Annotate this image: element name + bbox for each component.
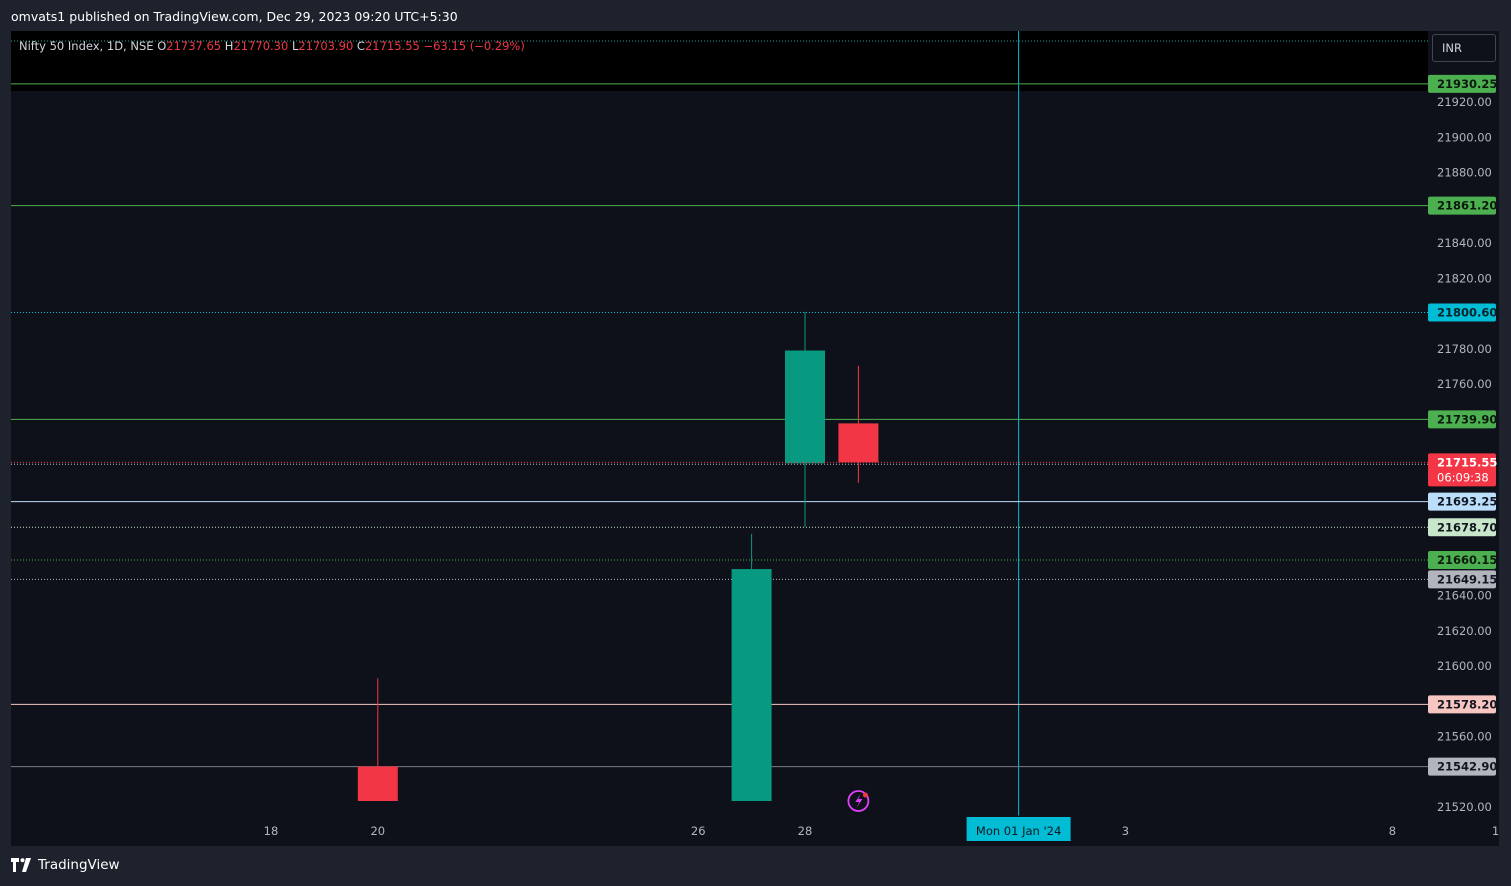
legend-part: C	[357, 39, 365, 53]
candle-body-2023-12-28[interactable]	[785, 350, 825, 464]
tradingview-logo[interactable]: TradingView	[11, 857, 120, 873]
level-badge-label: 21861.20	[1437, 199, 1497, 213]
x-tick-label: 8	[1389, 824, 1396, 838]
legend-part: 21770.30	[233, 39, 292, 53]
legend-part: 21715.55	[365, 39, 424, 53]
level-badge-label: 21578.20	[1437, 697, 1497, 711]
tradingview-logo-text: TradingView	[38, 857, 120, 873]
x-tick-label: 3	[1122, 824, 1129, 838]
y-tick-label: 21840.00	[1437, 236, 1492, 250]
level-badge-label: 21678.70	[1437, 520, 1497, 534]
level-badge-label: 21739.90	[1437, 412, 1497, 426]
y-tick-label: 21780.00	[1437, 342, 1492, 356]
publisher-text: omvats1 published on TradingView.com, De…	[11, 9, 458, 24]
legend-part: O	[157, 39, 166, 53]
bottom-bar	[0, 848, 1511, 886]
y-tick-label: 21600.00	[1437, 659, 1492, 673]
y-tick-label: 21900.00	[1437, 130, 1492, 144]
ohlc-legend[interactable]: Nifty 50 Index, 1D, NSE O21737.65 H21770…	[19, 39, 525, 53]
chart-area[interactable]: 21520.00 21560.00 21600.00 21620.00 21640.00…	[11, 31, 1499, 846]
x-tick-label: 18	[264, 824, 279, 838]
top-bar: omvats1 published on TradingView.com, De…	[0, 0, 1511, 32]
event-dot-icon	[862, 792, 868, 798]
legend-part: Nifty 50 Index, 1D, NSE	[19, 39, 157, 53]
level-badge-label: 21693.25	[1437, 495, 1497, 509]
y-tick-label: 21640.00	[1437, 589, 1492, 603]
level-badge-label: 21649.15	[1437, 572, 1497, 586]
candle-body-2023-12-27[interactable]	[731, 569, 772, 801]
level-badge-label: 21542.90	[1437, 760, 1497, 774]
bar-countdown-label: 06:09:38	[1437, 470, 1489, 484]
y-tick-label: 21760.00	[1437, 377, 1492, 391]
x-tick-label: 10	[1492, 824, 1499, 838]
y-tick-label: 21520.00	[1437, 800, 1492, 814]
y-tick-label: 21560.00	[1437, 730, 1492, 744]
lightning-bolt-icon	[855, 794, 863, 808]
tradingview-logo-icon	[11, 858, 31, 872]
crosshair-date-label: Mon 01 Jan '24	[976, 824, 1061, 838]
y-tick-label: 21920.00	[1437, 95, 1492, 109]
chart-svg[interactable]: 21520.00 21560.00 21600.00 21620.00 21640.00…	[11, 31, 1499, 846]
x-tick-label: 28	[798, 824, 813, 838]
candle-body-2023-12-20[interactable]	[357, 766, 398, 801]
legend-part: H	[225, 39, 234, 53]
x-tick-label: 26	[691, 824, 706, 838]
level-badge-label: 21800.60	[1437, 305, 1497, 319]
legend-part: 21703.90	[298, 39, 357, 53]
y-tick-label: 21820.00	[1437, 271, 1492, 285]
y-tick-label: 21620.00	[1437, 624, 1492, 638]
last-price-label: 21715.55	[1437, 455, 1497, 469]
legend-part: −63.15 (−0.29%)	[423, 39, 524, 53]
level-badge-label: 21660.15	[1437, 553, 1497, 567]
level-badge-label: 21930.25	[1437, 77, 1497, 91]
currency-button[interactable]: INR	[1432, 34, 1496, 62]
candle-body-2023-12-29[interactable]	[838, 423, 879, 463]
y-tick-label: 21880.00	[1437, 166, 1492, 180]
x-tick-label: 20	[370, 824, 385, 838]
legend-part: 21737.65	[166, 39, 225, 53]
